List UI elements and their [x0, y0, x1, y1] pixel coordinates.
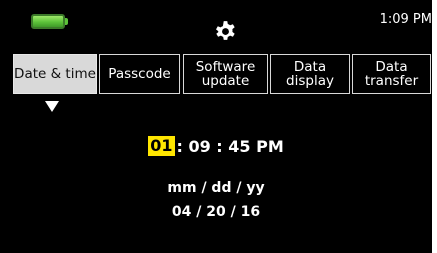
tab-data-transfer[interactable]: Data transfer [352, 54, 431, 94]
tab-data-display[interactable]: Data display [270, 54, 350, 94]
active-tab-pointer-icon [45, 101, 59, 112]
time-rest: : 09 : 45 PM [176, 136, 284, 156]
device-screen: 1:09 PM Date & time Passcode Software up… [0, 0, 432, 253]
hour-field[interactable]: 01 [148, 136, 175, 156]
battery-tip [65, 18, 68, 25]
date-value[interactable]: 04 / 20 / 16 [0, 204, 432, 220]
tab-software-update[interactable]: Software update [183, 54, 268, 94]
date-format-label: mm / dd / yy [167, 180, 265, 196]
status-clock: 1:09 PM [379, 12, 432, 27]
time-display: 01 : 09 : 45 PM [0, 136, 432, 156]
tab-date-time[interactable]: Date & time [13, 54, 97, 94]
battery-full-icon [31, 14, 65, 29]
tab-passcode[interactable]: Passcode [99, 54, 180, 94]
gear-icon[interactable] [213, 19, 238, 44]
